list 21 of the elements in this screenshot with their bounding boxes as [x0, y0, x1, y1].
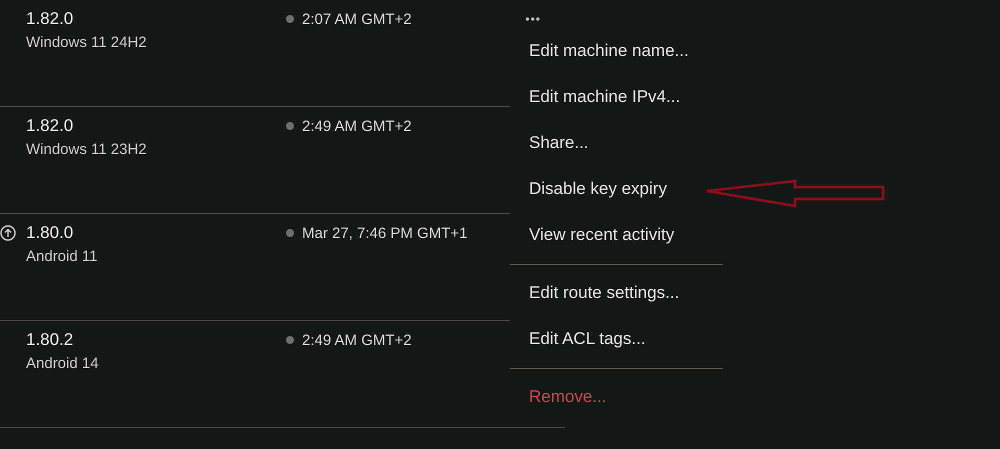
- menu-item[interactable]: Disable key expiry: [510, 172, 723, 218]
- menu-item[interactable]: Edit ACL tags...: [510, 322, 723, 368]
- last-seen-text: 2:07 AM GMT+2: [302, 10, 412, 28]
- last-seen-text: 2:49 AM GMT+2: [302, 118, 412, 134]
- version-text: 1.80.0: [26, 222, 74, 244]
- last-seen-text: Mar 27, 7:46 PM GMT+1: [302, 224, 468, 242]
- os-text: Windows 11 24H2: [26, 33, 148, 53]
- version-text: 1.80.2: [26, 329, 74, 351]
- menu-item[interactable]: Edit machine name...: [510, 34, 723, 80]
- menu-item[interactable]: Edit machine IPv4...: [510, 80, 723, 126]
- menu-item[interactable]: View recent activity: [510, 218, 723, 264]
- version-text: 1.82.0: [26, 115, 74, 137]
- more-button[interactable]: •••: [523, 8, 543, 30]
- os-text: Windows 11 23H2: [26, 140, 148, 160]
- menu-item[interactable]: Share...: [510, 126, 723, 172]
- os-text: Android 14: [26, 354, 100, 374]
- os-text: Android 11: [26, 247, 98, 267]
- version-text: 1.82.0: [26, 8, 74, 30]
- menu-item[interactable]: Edit route settings...: [510, 265, 723, 322]
- last-seen-text: 2:49 AM GMT+2: [302, 332, 412, 348]
- menu-item[interactable]: Remove...: [510, 369, 723, 426]
